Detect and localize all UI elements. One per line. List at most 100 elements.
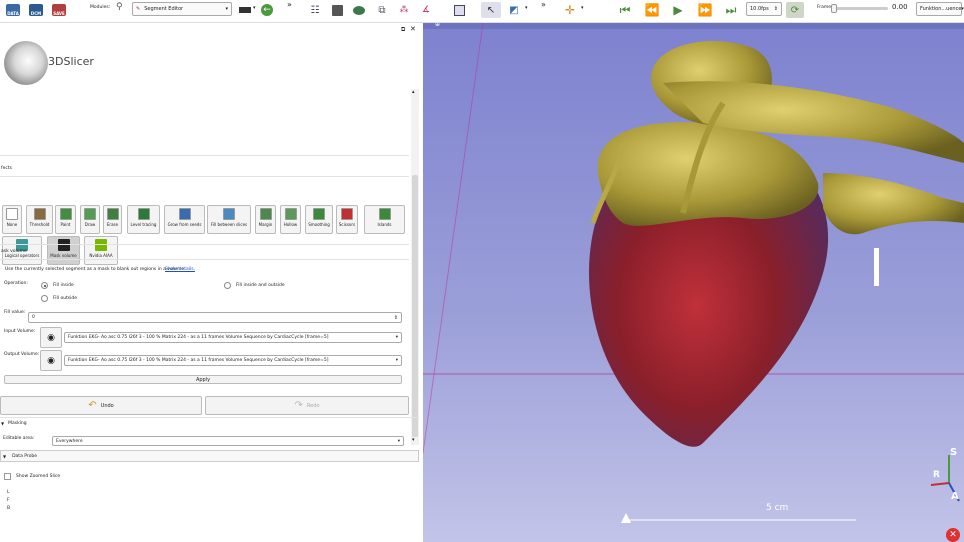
volumes-module-button[interactable] (330, 2, 344, 18)
loop-icon: ⟳ (790, 4, 800, 16)
output-visibility-button[interactable]: ◉ (40, 350, 62, 371)
model-icon (353, 5, 365, 15)
divider (0, 176, 409, 177)
play-button[interactable]: ▶ (669, 2, 687, 18)
segment-editor-icon: ✎ (136, 6, 141, 12)
effect-icon (84, 208, 96, 220)
eye-icon: ◉ (47, 355, 55, 366)
slider-handle[interactable] (831, 4, 837, 13)
effect-button-row2-2[interactable]: Nvidia AIAA (84, 236, 118, 265)
frame-slider[interactable] (831, 4, 888, 13)
effect-button-5[interactable]: Level tracing (127, 205, 160, 234)
orientation-axis-r (930, 482, 950, 486)
back-module-button[interactable]: ← (259, 2, 275, 18)
effect-button-9[interactable]: Hollow (280, 205, 301, 234)
chevron-down-icon[interactable]: ▾ (253, 5, 256, 11)
effect-button-10[interactable]: Smoothing (305, 205, 333, 234)
effect-label: Paint (60, 222, 71, 227)
3d-view[interactable]: ⊕ 5 cm S R A ✕ (423, 23, 964, 542)
close-icon[interactable]: ✕ (946, 528, 960, 542)
effect-icon (259, 208, 272, 220)
scale-label: 5 cm (766, 503, 789, 513)
next-frame-button[interactable]: ⏩ (696, 2, 714, 18)
effect-button-4[interactable]: Erase (103, 205, 122, 234)
effect-button-11[interactable]: Scissors (336, 205, 358, 234)
fill-outside-label: Fill outside (53, 296, 78, 301)
last-frame-button[interactable]: ⏭ (722, 2, 740, 18)
ruler-module-button[interactable]: ∡ (419, 2, 433, 18)
input-visibility-button[interactable]: ◉ (40, 327, 62, 348)
chevron-down-icon: ▾ (397, 438, 400, 444)
chevron-down-icon: ▾ (395, 358, 398, 363)
undo-button[interactable]: ↶ Undo (0, 396, 202, 415)
frame-value: 0.00 (892, 3, 908, 11)
previous-frame-button[interactable]: ⏪ (643, 2, 661, 18)
effect-button-row2-1[interactable]: Mask volume (47, 236, 80, 265)
scroll-up-icon[interactable]: ▴ (412, 89, 415, 95)
effect-icon (33, 208, 46, 220)
save-button[interactable]: SAVE (52, 2, 66, 18)
crosshair-button[interactable]: ✛ (562, 2, 578, 18)
effect-button-0[interactable]: None (2, 205, 22, 234)
effect-button-2[interactable]: Paint (55, 205, 76, 234)
more-icon[interactable]: » (541, 0, 546, 9)
editable-area-selector[interactable]: Everywhere ▾ (52, 436, 404, 446)
fill-outside-radio[interactable] (41, 295, 48, 302)
search-icon[interactable]: ⚲ (116, 2, 123, 12)
redo-button[interactable]: ↷ Redo (205, 396, 409, 415)
masking-section-header[interactable]: ▼ Masking (0, 417, 419, 428)
heart-render (423, 23, 964, 523)
input-volume-selector[interactable]: Funktion EKG- Ao asc 0.75 I26f 3 - 100 %… (64, 332, 402, 343)
show-details-link[interactable]: Show details. (165, 267, 195, 272)
editable-area-text: Everywhere (56, 438, 83, 444)
first-frame-button[interactable]: ⏮ (616, 2, 634, 18)
module-selector[interactable]: ✎ Segment Editor ▾ (132, 2, 232, 16)
layout-button[interactable] (238, 2, 252, 18)
orientation-s-label: S (950, 447, 958, 458)
show-zoomed-checkbox[interactable] (4, 473, 11, 480)
play-icon: ▶ (673, 3, 683, 17)
effect-button-6[interactable]: Grow from seeds (164, 205, 205, 234)
effect-icon (137, 208, 150, 220)
screenshot-button[interactable] (452, 2, 466, 18)
load-dicom-button[interactable]: DCM (29, 2, 43, 18)
module-panel: ⧉ ✕ 3DSlicer ▴ ▾ fects None Threshold Pain… (0, 23, 423, 542)
transforms-module-button[interactable]: ⧉ (375, 2, 389, 18)
effect-label: Threshold (29, 222, 50, 227)
panel-scrollbar[interactable]: ▴ ▾ (411, 89, 419, 445)
effect-button-8[interactable]: Margin (255, 205, 276, 234)
loop-button[interactable]: ⟳ (786, 2, 804, 18)
place-icon: ◩ (509, 4, 519, 16)
data-module-button[interactable]: ☷ (308, 2, 322, 18)
collapse-icon: ▼ (1, 420, 5, 426)
output-volume-selector[interactable]: Funktion EKG- Ao asc 0.75 I26f 3 - 100 %… (64, 355, 402, 366)
fill-inside-outside-radio[interactable] (224, 282, 231, 289)
scale-bar-marker (621, 513, 631, 523)
more-icon[interactable]: » (287, 0, 292, 9)
load-data-button[interactable]: DATA (6, 2, 20, 18)
undock-icon[interactable]: ⧉ (401, 26, 405, 34)
data-probe-header[interactable]: ▼ Data Probe (0, 450, 419, 462)
scrollbar-thumb[interactable] (412, 175, 418, 437)
apply-button[interactable]: Apply (4, 375, 402, 384)
select-mode-button[interactable]: ↖ (481, 2, 501, 18)
effect-button-1[interactable]: Threshold (26, 205, 53, 234)
fill-inside-radio[interactable] (41, 282, 48, 289)
scroll-down-icon[interactable]: ▾ (412, 437, 415, 443)
place-mode-button[interactable]: ◩ (506, 2, 522, 18)
chevron-down-icon[interactable]: ▾ (525, 5, 528, 11)
models-module-button[interactable] (352, 2, 366, 18)
fps-spinbox[interactable]: 10.0fps ⇕ (746, 2, 782, 16)
markups-module-button[interactable]: ⁂ (397, 2, 411, 18)
fill-value-spinbox[interactable]: 0 ⇕ (28, 312, 402, 323)
effect-label: Mask volume (50, 253, 77, 258)
effect-button-3[interactable]: Draw (80, 205, 100, 234)
effect-icon (59, 208, 72, 220)
close-icon[interactable]: ✕ (410, 25, 416, 33)
sequence-selector[interactable]: Funktion...uence ▾ (916, 2, 964, 16)
effect-button-7[interactable]: Fill between slices (207, 205, 251, 234)
divider (0, 155, 409, 156)
sequence-selected-text: Funktion...uence (920, 6, 962, 12)
chevron-down-icon[interactable]: ▾ (581, 5, 584, 11)
effect-button-12[interactable]: Islands (364, 205, 405, 234)
